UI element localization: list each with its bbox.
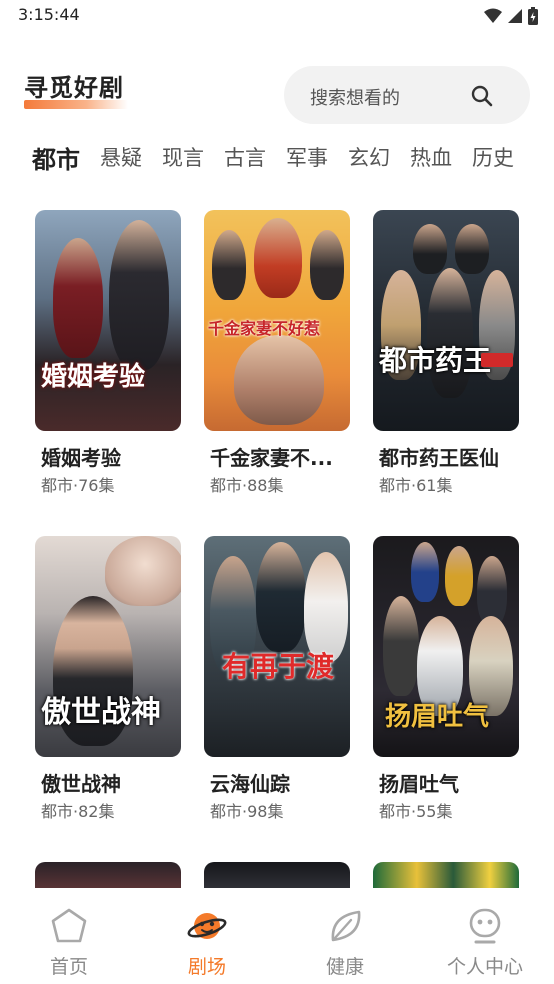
tab-xuanhuan[interactable]: 玄幻: [348, 142, 390, 172]
status-time: 3:15:44: [18, 5, 80, 24]
home-pentagon-icon: [51, 908, 87, 943]
nav-profile[interactable]: 个人中心: [430, 906, 540, 979]
tab-rexue[interactable]: 热血: [410, 142, 452, 172]
leaf-icon: [331, 910, 361, 942]
poster-title-art: 有再于渡: [222, 650, 335, 683]
nav-label: 首页: [49, 956, 88, 978]
drama-title: 千金家妻不...: [210, 446, 333, 470]
poster-badge: [481, 353, 513, 367]
battery-icon: [528, 7, 538, 25]
poster-title-art: 婚姻考验: [41, 362, 146, 392]
poster-title-art: 扬眉吐气: [385, 702, 490, 732]
drama-card[interactable]: 扬眉吐气 扬眉吐气 都市·55集: [373, 536, 521, 821]
tab-lishi[interactable]: 历史: [472, 142, 514, 172]
drama-title: 婚姻考验: [41, 446, 121, 470]
robot-face-icon: [469, 908, 501, 944]
search-placeholder: 搜索想看的: [310, 88, 400, 109]
nav-home[interactable]: 首页: [14, 906, 124, 979]
drama-meta: 都市·61集: [379, 476, 453, 495]
category-tabs: 都市 悬疑 现言 古言 军事 玄幻 热血 历史: [32, 140, 534, 174]
drama-card[interactable]: 千金家妻不好惹 千金家妻不... 都市·88集: [204, 210, 352, 495]
status-bar: 3:15:44: [0, 0, 554, 32]
drama-meta: 都市·82集: [41, 802, 115, 821]
theater-planet-icon: [187, 913, 227, 939]
tab-xuanyi[interactable]: 悬疑: [100, 142, 142, 172]
drama-meta: 都市·55集: [379, 802, 453, 821]
nav-label: 剧场: [187, 956, 226, 978]
nav-health[interactable]: 健康: [290, 906, 400, 979]
drama-meta: 都市·88集: [210, 476, 284, 495]
bottom-nav: 首页 剧场 健康 个人中心: [0, 888, 554, 984]
drama-title: 扬眉吐气: [379, 772, 459, 796]
drama-card[interactable]: 婚姻考验 婚姻考验 都市·76集: [35, 210, 183, 495]
search-icon[interactable]: [470, 84, 494, 108]
drama-meta: 都市·76集: [41, 476, 115, 495]
search-input[interactable]: 搜索想看的: [284, 66, 530, 124]
status-icons: [484, 7, 538, 25]
drama-card[interactable]: 都市药王 都市药王医仙 都市·61集: [373, 210, 521, 495]
drama-poster[interactable]: 扬眉吐气: [373, 536, 519, 757]
drama-poster[interactable]: 都市药王: [373, 210, 519, 431]
drama-poster[interactable]: 傲世战神: [35, 536, 181, 757]
nav-label: 健康: [325, 956, 364, 978]
drama-poster[interactable]: 婚姻考验: [35, 210, 181, 431]
page-title: 寻觅好剧: [24, 74, 124, 102]
tab-guyan[interactable]: 古言: [224, 142, 266, 172]
drama-title: 傲世战神: [41, 772, 121, 796]
poster-title-art: 傲世战神: [41, 695, 161, 730]
cellular-signal-icon: [508, 9, 522, 23]
tab-dushi[interactable]: 都市: [32, 140, 80, 175]
tab-junshi[interactable]: 军事: [286, 142, 328, 172]
nav-label: 个人中心: [446, 956, 523, 978]
drama-title: 都市药王医仙: [379, 446, 499, 470]
drama-poster[interactable]: 千金家妻不好惹: [204, 210, 350, 431]
poster-title-art: 都市药王: [379, 344, 492, 377]
nav-theater[interactable]: 剧场: [152, 906, 262, 979]
drama-card[interactable]: 有再于渡 云海仙踪 都市·98集: [204, 536, 352, 821]
drama-card[interactable]: 傲世战神 傲世战神 都市·82集: [35, 536, 183, 821]
wifi-icon: [484, 8, 502, 23]
poster-title-art: 千金家妻不好惹: [208, 319, 321, 338]
drama-meta: 都市·98集: [210, 802, 284, 821]
drama-title: 云海仙踪: [210, 772, 290, 796]
tab-xianyan[interactable]: 现言: [162, 142, 204, 172]
drama-poster[interactable]: 有再于渡: [204, 536, 350, 757]
